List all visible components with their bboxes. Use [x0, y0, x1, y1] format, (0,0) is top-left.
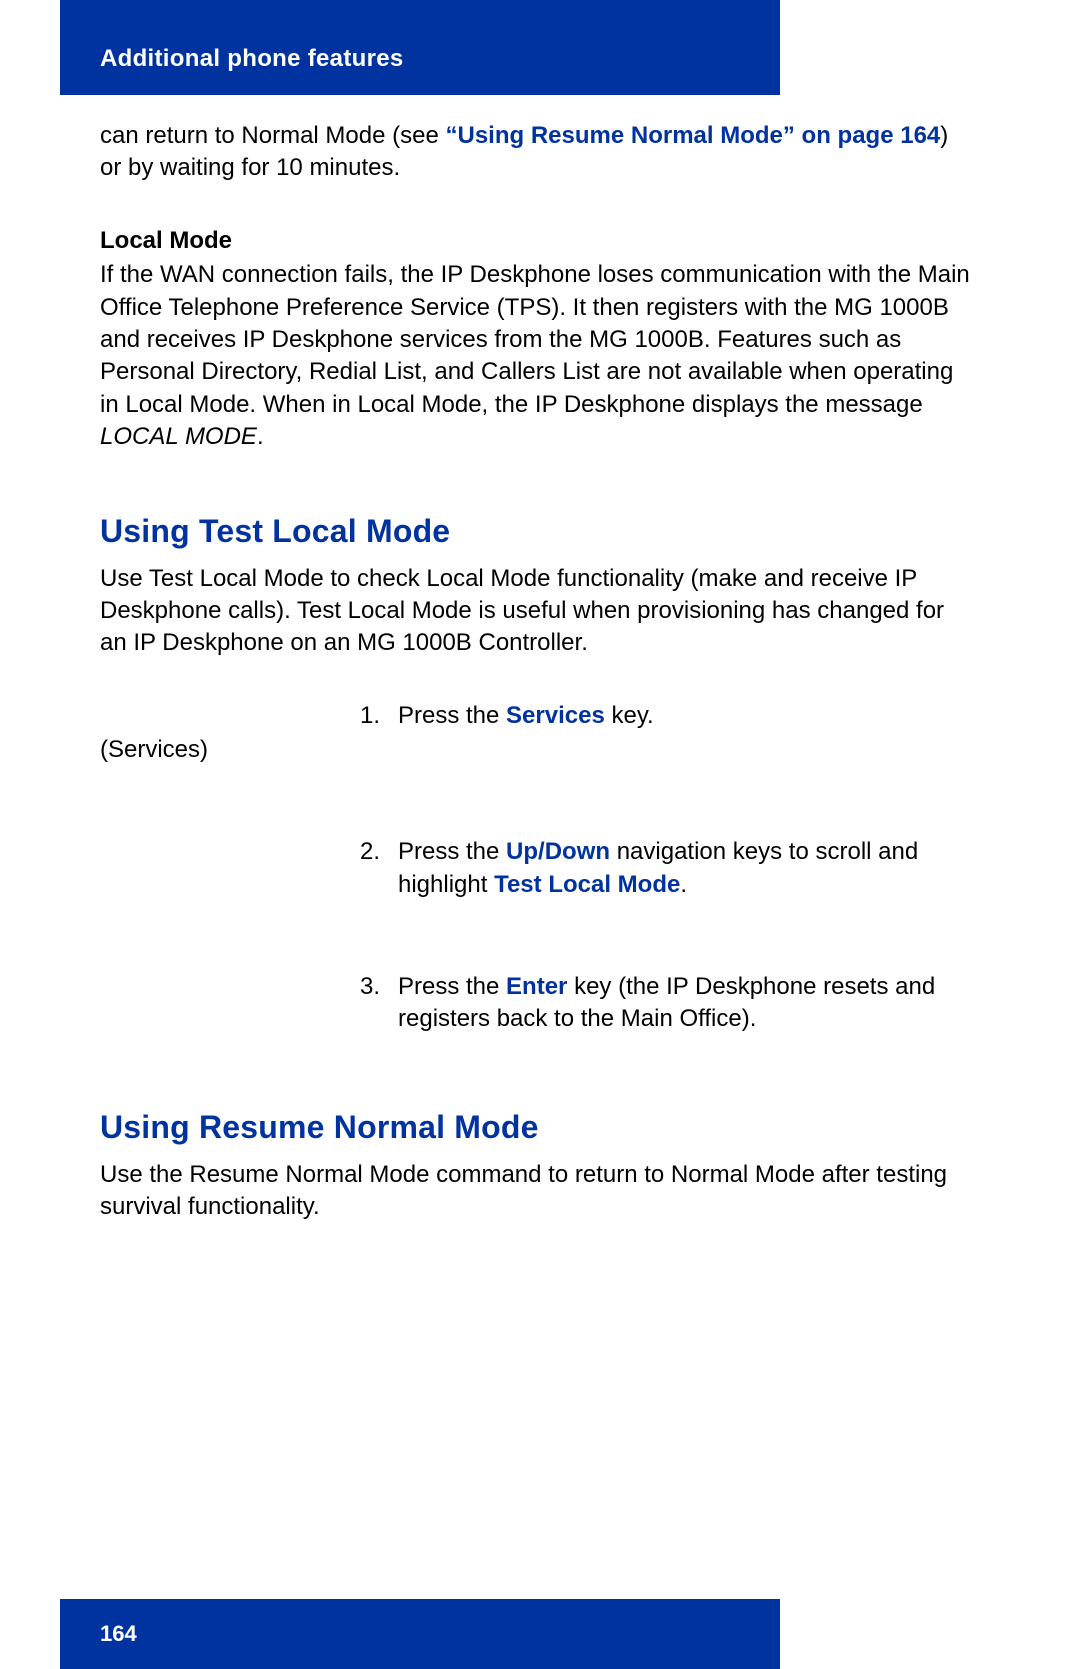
- inline-text: Press the: [398, 702, 506, 729]
- resume-normal-mode-heading: Using Resume Normal Mode: [100, 1106, 970, 1149]
- local-mode-body-post: .: [257, 423, 264, 450]
- step-row: (Services) 1.Press the Services key.: [100, 700, 970, 766]
- step-text: Press the Up/Down navigation keys to scr…: [398, 836, 970, 901]
- step-text: Press the Services key.: [398, 700, 970, 732]
- header-bar: Additional phone features: [60, 0, 780, 95]
- inline-keyword: Services: [506, 702, 605, 729]
- header-title: Additional phone features: [100, 45, 404, 73]
- step-body: 1.Press the Services key.: [360, 700, 970, 732]
- step-text: Press the Enter key (the IP Deskphone re…: [398, 971, 970, 1036]
- local-mode-heading: Local Mode: [100, 225, 970, 257]
- inline-keyword: Test Local Mode: [494, 871, 680, 898]
- test-local-mode-intro: Use Test Local Mode to check Local Mode …: [100, 563, 970, 660]
- step-body: 3.Press the Enter key (the IP Deskphone …: [360, 971, 970, 1036]
- intro-paragraph: can return to Normal Mode (see “Using Re…: [100, 120, 970, 185]
- inline-text: .: [680, 871, 687, 898]
- local-mode-body-italic: LOCAL MODE: [100, 423, 257, 450]
- local-mode-body-pre: If the WAN connection fails, the IP Desk…: [100, 261, 970, 418]
- test-local-mode-heading: Using Test Local Mode: [100, 510, 970, 553]
- step-gutter: (Services): [100, 700, 360, 766]
- step-row: 2.Press the Up/Down navigation keys to s…: [100, 836, 970, 901]
- resume-normal-mode-intro: Use the Resume Normal Mode command to re…: [100, 1159, 970, 1224]
- step-gutter-label: (Services): [100, 736, 208, 763]
- step-number: 3.: [360, 971, 398, 1036]
- page: Additional phone features can return to …: [0, 0, 1080, 1669]
- inline-text: Press the: [398, 838, 506, 865]
- step-number: 2.: [360, 836, 398, 901]
- inline-keyword: Enter: [506, 973, 567, 1000]
- footer-bar: 164: [60, 1599, 780, 1669]
- inline-keyword: Up/Down: [506, 838, 610, 865]
- content-area: can return to Normal Mode (see “Using Re…: [100, 120, 970, 1250]
- page-number: 164: [100, 1621, 137, 1647]
- step-row: 3.Press the Enter key (the IP Deskphone …: [100, 971, 970, 1036]
- step-number: 1.: [360, 700, 398, 732]
- inline-text: key.: [605, 702, 654, 729]
- intro-crossref[interactable]: “Using Resume Normal Mode” on page 164: [445, 122, 940, 149]
- inline-text: Press the: [398, 973, 506, 1000]
- test-local-mode-steps: (Services)1.Press the Services key.2.Pre…: [100, 700, 970, 1036]
- step-body: 2.Press the Up/Down navigation keys to s…: [360, 836, 970, 901]
- intro-prefix: can return to Normal Mode (see: [100, 122, 445, 149]
- local-mode-body: If the WAN connection fails, the IP Desk…: [100, 259, 970, 453]
